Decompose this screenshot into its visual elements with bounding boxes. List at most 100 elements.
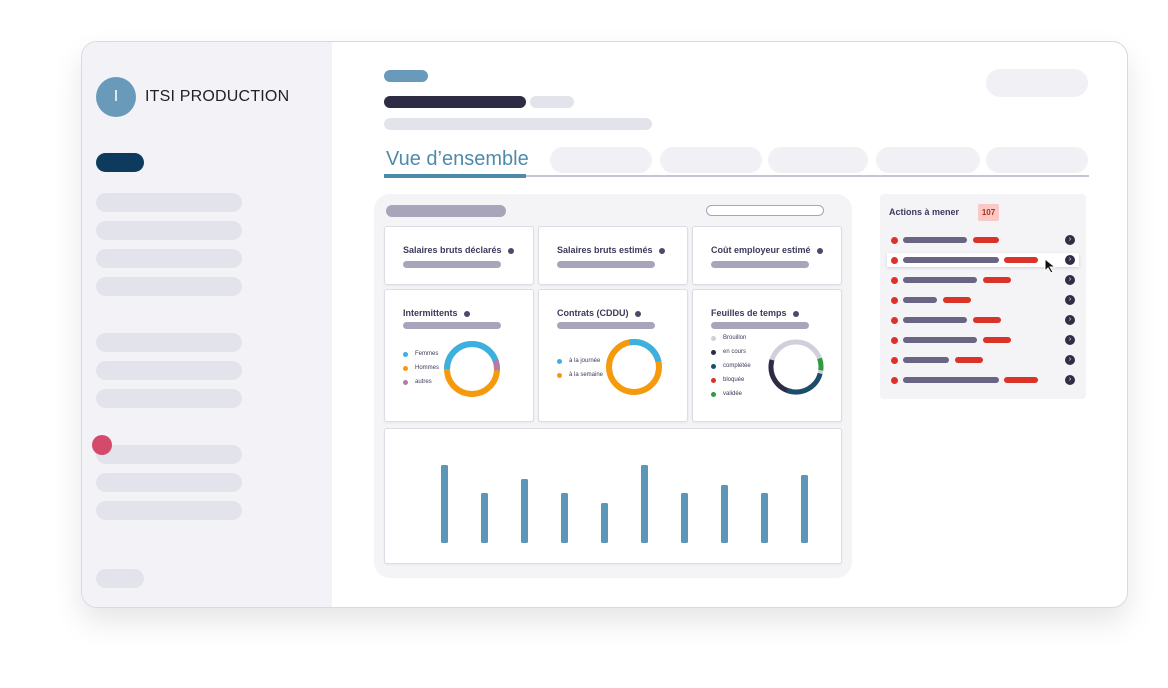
sidebar-item[interactable] — [96, 221, 242, 240]
legend: Femmes Hommes autres — [403, 347, 439, 389]
tab[interactable] — [768, 147, 868, 173]
bar[interactable] — [641, 465, 648, 543]
page-title — [384, 96, 526, 108]
tab[interactable] — [986, 147, 1088, 173]
chevron-right-icon[interactable]: › — [1065, 235, 1075, 245]
breadcrumb[interactable] — [384, 70, 428, 82]
donut-chart-intermittents — [444, 341, 500, 397]
panel-title — [386, 205, 506, 217]
bar[interactable] — [601, 503, 608, 543]
bar[interactable] — [561, 493, 568, 543]
chart-card-contrats[interactable]: Contrats (CDDU) à la journée à la semain… — [538, 289, 688, 422]
sidebar-item-active[interactable] — [96, 153, 144, 172]
card-title: Contrats (CDDU) — [557, 308, 629, 318]
company-name[interactable]: ITSI PRODUCTION — [145, 88, 289, 106]
mouse-cursor-icon — [1044, 258, 1057, 274]
action-row[interactable]: › — [889, 273, 1077, 287]
tab[interactable] — [550, 147, 652, 173]
legend-item: Femmes — [403, 347, 439, 361]
kpi-card-salaires-declares[interactable]: Salaires bruts déclarés — [384, 226, 534, 285]
bar[interactable] — [441, 465, 448, 543]
tab[interactable] — [876, 147, 980, 173]
app-window: I ITSI PRODUCTION Vue d’ensemble Salaire… — [81, 41, 1128, 608]
chevron-right-icon[interactable]: › — [1065, 335, 1075, 345]
card-title: Intermittents — [403, 308, 458, 318]
actions-count-badge: 107 — [978, 204, 999, 221]
action-row[interactable]: › — [889, 353, 1077, 367]
company-avatar[interactable]: I — [96, 77, 136, 117]
dashboard-panel: Salaires bruts déclarés Salaires bruts e… — [374, 194, 852, 578]
bar-chart — [441, 465, 808, 543]
legend-item: complétée — [711, 359, 751, 373]
info-icon[interactable] — [658, 247, 665, 254]
sidebar-item[interactable] — [96, 445, 242, 464]
bar[interactable] — [521, 479, 528, 543]
period-selector[interactable] — [706, 205, 824, 216]
sidebar-item[interactable] — [96, 249, 242, 268]
card-title: Feuilles de temps — [711, 308, 787, 318]
bar[interactable] — [761, 493, 768, 543]
bar[interactable] — [801, 475, 808, 543]
page-title-tag — [530, 96, 574, 108]
card-value — [711, 322, 809, 329]
legend-item: à la semaine — [557, 368, 603, 382]
donut-chart-feuilles — [768, 339, 824, 395]
info-icon[interactable] — [463, 310, 470, 317]
chevron-right-icon[interactable]: › — [1065, 355, 1075, 365]
bar[interactable] — [681, 493, 688, 543]
legend-item: à la journée — [557, 354, 603, 368]
info-icon[interactable] — [507, 247, 514, 254]
info-icon[interactable] — [816, 247, 823, 254]
sidebar-item[interactable] — [96, 501, 242, 520]
sidebar-item[interactable] — [96, 277, 242, 296]
chart-card-intermittents[interactable]: Intermittents Femmes Hommes autres — [384, 289, 534, 422]
info-icon[interactable] — [792, 310, 799, 317]
chevron-right-icon[interactable]: › — [1065, 255, 1075, 265]
bar[interactable] — [721, 485, 728, 543]
sidebar-item[interactable] — [96, 193, 242, 212]
sidebar-item[interactable] — [96, 389, 242, 408]
tab-active-indicator — [384, 174, 526, 178]
actions-title: Actions à mener — [889, 207, 960, 217]
card-title: Salaires bruts déclarés — [403, 245, 502, 255]
header-action-button[interactable] — [986, 69, 1088, 97]
chart-card-feuilles[interactable]: Feuilles de temps Brouillon en cours com… — [692, 289, 842, 422]
sidebar: I ITSI PRODUCTION — [82, 42, 332, 607]
chevron-right-icon[interactable]: › — [1065, 375, 1075, 385]
kpi-card-cout-employeur[interactable]: Coût employeur estimé — [692, 226, 842, 285]
kpi-value — [403, 261, 501, 268]
legend-item: en cours — [711, 345, 751, 359]
legend-item: autres — [403, 375, 439, 389]
sidebar-item[interactable] — [96, 473, 242, 492]
chevron-right-icon[interactable]: › — [1065, 295, 1075, 305]
legend-item: bloquée — [711, 373, 751, 387]
tab-vue-ensemble[interactable]: Vue d’ensemble — [386, 148, 529, 171]
sidebar-item[interactable] — [96, 333, 242, 352]
kpi-value — [557, 261, 655, 268]
action-row[interactable]: › — [889, 373, 1077, 387]
kpi-value — [711, 261, 809, 268]
card-title: Coût employeur estimé — [711, 245, 811, 255]
chevron-right-icon[interactable]: › — [1065, 275, 1075, 285]
action-row[interactable]: › — [889, 313, 1077, 327]
action-row[interactable]: › — [889, 293, 1077, 307]
sidebar-footer-item[interactable] — [96, 569, 144, 588]
card-value — [403, 322, 501, 329]
bar[interactable] — [481, 493, 488, 543]
action-row[interactable]: › — [889, 333, 1077, 347]
actions-panel: Actions à mener 107 › › › › › › › › — [880, 194, 1086, 399]
info-icon[interactable] — [634, 310, 641, 317]
legend-item: validée — [711, 387, 751, 401]
card-title: Salaires bruts estimés — [557, 245, 653, 255]
donut-chart-contrats — [606, 339, 662, 395]
page-subtitle — [384, 118, 652, 130]
action-row[interactable]: › — [889, 233, 1077, 247]
legend-item: Brouillon — [711, 331, 751, 345]
bar-chart-card[interactable] — [384, 428, 842, 564]
legend-item: Hommes — [403, 361, 439, 375]
chevron-right-icon[interactable]: › — [1065, 315, 1075, 325]
sidebar-item[interactable] — [96, 361, 242, 380]
tab[interactable] — [660, 147, 762, 173]
kpi-card-salaires-estimes[interactable]: Salaires bruts estimés — [538, 226, 688, 285]
legend: Brouillon en cours complétée bloquée val… — [711, 331, 751, 401]
